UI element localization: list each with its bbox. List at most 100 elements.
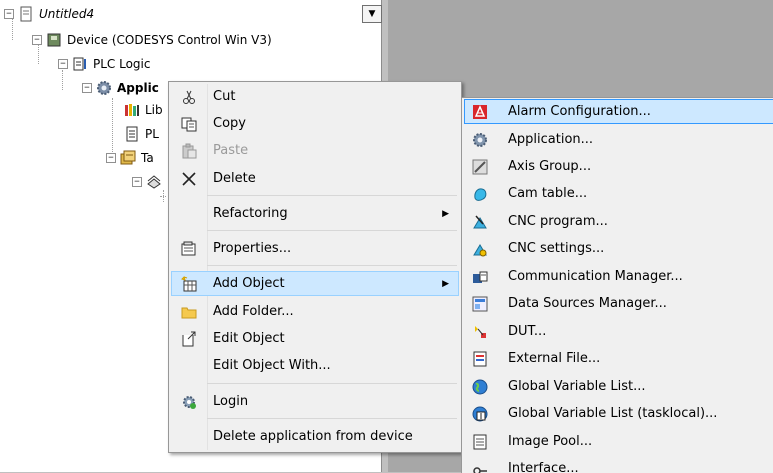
submenu-label-external-file: External File... (508, 351, 600, 366)
context-menu: Cut Copy Paste Delete Refactoring ▶ Prop… (168, 81, 462, 453)
menu-item-login[interactable]: Login (171, 389, 459, 414)
tree-label-task-config: Ta (141, 151, 154, 165)
properties-icon (181, 241, 197, 257)
submenu-arrow-icon: ▶ (442, 279, 449, 289)
submenu-item-data-sources-manager[interactable]: Data Sources Manager... (464, 291, 773, 316)
collapse-icon[interactable]: − (32, 35, 42, 45)
tree-item-plc-prg[interactable]: PL (124, 124, 159, 144)
menu-label-cut: Cut (213, 89, 235, 104)
submenu-item-interface[interactable]: Interface... (464, 456, 773, 473)
pou-icon (124, 126, 140, 142)
submenu-item-application[interactable]: Application... (464, 127, 773, 152)
menu-label-edit-object-with: Edit Object With... (213, 358, 331, 373)
submenu-item-cam-table[interactable]: Cam table... (464, 181, 773, 206)
menu-label-paste: Paste (213, 143, 248, 158)
scissors-icon (181, 89, 197, 105)
project-icon (18, 6, 34, 22)
add-object-submenu: Alarm Configuration... Application... Ax… (461, 97, 773, 473)
cam-table-icon (472, 186, 488, 202)
device-icon (46, 32, 62, 48)
submenu-label-cnc-program: CNC program... (508, 214, 608, 229)
tree-item-project[interactable]: − Untitled4 (4, 4, 94, 24)
submenu-label-dut: DUT... (508, 324, 546, 339)
tree-item-task-config[interactable]: − Ta (106, 148, 154, 168)
edit-object-icon (181, 331, 197, 347)
menu-label-edit-object: Edit Object (213, 331, 285, 346)
plc-logic-icon (72, 56, 88, 72)
submenu-arrow-icon: ▶ (442, 209, 449, 219)
menu-item-add-object[interactable]: Add Object ▶ (171, 271, 459, 296)
task-config-icon (120, 150, 136, 166)
submenu-label-axis-group: Axis Group... (508, 159, 591, 174)
library-icon (124, 102, 140, 118)
tree-item-library[interactable]: Lib (124, 100, 163, 120)
menu-item-copy[interactable]: Copy (171, 111, 459, 136)
menu-item-cut[interactable]: Cut (171, 84, 459, 109)
add-object-icon (181, 276, 197, 292)
login-icon (181, 394, 197, 410)
menu-label-refactoring: Refactoring (213, 206, 288, 221)
menu-item-delete[interactable]: Delete (171, 166, 459, 191)
communication-icon (472, 269, 488, 285)
tree-item-task[interactable]: − (132, 172, 167, 192)
tree-label-device: Device (CODESYS Control Win V3) (67, 33, 272, 47)
globe-task-icon (472, 406, 488, 422)
cnc-settings-icon (472, 241, 488, 257)
tree-label-plc-logic: PLC Logic (93, 57, 150, 71)
submenu-label-alarm-configuration: Alarm Configuration... (508, 104, 651, 119)
menu-label-add-object: Add Object (213, 276, 285, 291)
axis-group-icon (472, 159, 488, 175)
cnc-program-icon (472, 214, 488, 230)
gear-icon (472, 132, 488, 148)
tree-label-project: Untitled4 (39, 7, 94, 21)
submenu-item-communication-manager[interactable]: Communication Manager... (464, 264, 773, 289)
submenu-item-global-variable-list-tasklocal[interactable]: Global Variable List (tasklocal)... (464, 401, 773, 426)
dut-icon (472, 324, 488, 340)
menu-item-delete-application[interactable]: Delete application from device (171, 424, 459, 449)
submenu-item-global-variable-list[interactable]: Global Variable List... (464, 374, 773, 399)
data-sources-icon (472, 296, 488, 312)
tree-item-application[interactable]: − Applic (82, 78, 159, 98)
menu-item-refactoring[interactable]: Refactoring ▶ (171, 201, 459, 226)
menu-label-add-folder: Add Folder... (213, 304, 294, 319)
submenu-item-image-pool[interactable]: Image Pool... (464, 429, 773, 454)
collapse-icon[interactable]: − (82, 83, 92, 93)
menu-item-edit-object-with[interactable]: Edit Object With... (171, 353, 459, 378)
paste-icon (181, 143, 197, 159)
tree-item-plc-logic[interactable]: − PLC Logic (58, 54, 150, 74)
collapse-icon[interactable]: − (106, 153, 116, 163)
menu-item-edit-object[interactable]: Edit Object (171, 326, 459, 351)
submenu-item-external-file[interactable]: External File... (464, 346, 773, 371)
menu-label-delete: Delete (213, 171, 256, 186)
interface-icon (472, 461, 488, 473)
submenu-item-cnc-program[interactable]: CNC program... (464, 209, 773, 234)
menu-label-delete-application: Delete application from device (213, 429, 413, 444)
image-pool-icon (472, 434, 488, 450)
alarm-icon (472, 104, 488, 120)
tree-item-device[interactable]: − Device (CODESYS Control Win V3) (32, 30, 272, 50)
collapse-icon[interactable]: − (4, 9, 14, 19)
collapse-icon[interactable]: − (58, 59, 68, 69)
menu-item-add-folder[interactable]: Add Folder... (171, 299, 459, 324)
external-file-icon (472, 351, 488, 367)
menu-label-copy: Copy (213, 116, 246, 131)
submenu-item-alarm-configuration[interactable]: Alarm Configuration... (464, 99, 773, 124)
submenu-label-global-variable-list: Global Variable List... (508, 379, 646, 394)
menu-label-properties: Properties... (213, 241, 291, 256)
submenu-label-cnc-settings: CNC settings... (508, 241, 604, 256)
submenu-label-interface: Interface... (508, 461, 579, 473)
submenu-label-data-sources-manager: Data Sources Manager... (508, 296, 667, 311)
tree-label-application: Applic (117, 81, 159, 95)
submenu-label-communication-manager: Communication Manager... (508, 269, 683, 284)
dropdown-arrow-button[interactable]: ▼ (362, 5, 382, 23)
submenu-label-cam-table: Cam table... (508, 186, 587, 201)
tree-label-library: Lib (145, 103, 163, 117)
submenu-item-axis-group[interactable]: Axis Group... (464, 154, 773, 179)
folder-icon (181, 304, 197, 320)
submenu-item-dut[interactable]: DUT... (464, 319, 773, 344)
submenu-item-cnc-settings[interactable]: CNC settings... (464, 236, 773, 261)
submenu-label-global-variable-list-tasklocal: Global Variable List (tasklocal)... (508, 406, 717, 421)
menu-item-paste[interactable]: Paste (171, 138, 459, 163)
collapse-icon[interactable]: − (132, 177, 142, 187)
menu-item-properties[interactable]: Properties... (171, 236, 459, 261)
